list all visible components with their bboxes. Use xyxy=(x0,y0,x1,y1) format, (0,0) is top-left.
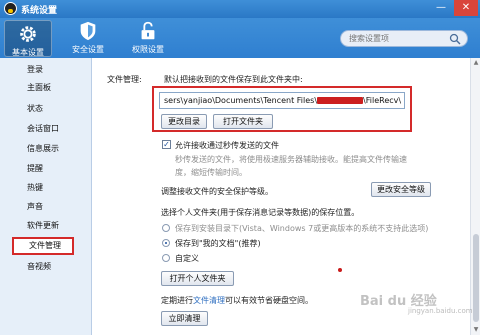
title-bar: 系统设置 — ✕ xyxy=(0,0,480,18)
mydocs-label: 保存到"我的文档"(推荐) xyxy=(175,239,261,248)
custom-label: 自定义 xyxy=(175,254,199,263)
qq-logo-icon xyxy=(4,2,17,15)
tab-security-settings-label: 安全设置 xyxy=(72,45,104,54)
sidebar-item-software-update[interactable]: 软件更新 xyxy=(0,218,92,234)
cleanup-text: 定期进行文件清理可以有效节省硬盘空间。 xyxy=(161,295,313,306)
change-security-button[interactable]: 更改安全等级 xyxy=(371,182,431,197)
custom-radio[interactable] xyxy=(162,254,170,262)
open-folder-button[interactable]: 打开文件夹 xyxy=(213,114,273,129)
sidebar-item-info-display[interactable]: 信息展示 xyxy=(0,141,92,157)
change-directory-button[interactable]: 更改目录 xyxy=(161,114,207,129)
content-scrollbar[interactable]: ▲ ▼ xyxy=(470,58,480,335)
sidebar-item-main-panel[interactable]: 主面板 xyxy=(0,80,92,96)
offline-desc-line2: 度，缩短传输时间。 xyxy=(175,168,247,177)
close-button[interactable]: ✕ xyxy=(454,0,478,16)
scroll-up-icon[interactable]: ▲ xyxy=(472,59,480,67)
sidebar-item-audio-video[interactable]: 音视频 xyxy=(0,259,92,275)
sidebar-item-hotkeys[interactable]: 热键 xyxy=(0,180,92,196)
save-path-field[interactable]: sers\yanjiao\Documents\Tencent Files\ \Fi… xyxy=(159,92,405,109)
allow-offline-label: 允许接收通过秒传发送的文件 xyxy=(175,141,279,150)
lock-icon xyxy=(141,21,155,40)
settings-sidebar: 登录 主面板 状态 会话窗口 信息展示 提醒 热键 声音 软件更新 文件管理 音… xyxy=(0,58,92,335)
open-personal-folder-button[interactable]: 打开个人文件夹 xyxy=(161,271,234,286)
mydocs-radio[interactable] xyxy=(162,239,170,247)
tab-permission-settings-label: 权限设置 xyxy=(132,45,164,54)
sidebar-item-chat-window[interactable]: 会话窗口 xyxy=(0,121,92,137)
offline-desc-line1: 秒传发送的文件，将使用极速服务器辅助接收。能提高文件传输速 xyxy=(175,155,407,164)
sidebar-item-reminders[interactable]: 提醒 xyxy=(0,161,92,177)
save-path-suffix: \FileRecv\ xyxy=(363,96,402,105)
tab-basic-settings-label: 基本设置 xyxy=(12,48,44,57)
scroll-down-icon[interactable]: ▼ xyxy=(472,326,480,334)
window-title: 系统设置 xyxy=(21,6,58,16)
save-location-desc: 默认把接收到的文件保存到此文件夹中: xyxy=(164,75,303,84)
minimize-button[interactable]: — xyxy=(432,0,450,16)
watermark-url: jingyan.baidu.com xyxy=(408,307,473,315)
shield-icon xyxy=(80,21,96,41)
save-path-prefix: sers\yanjiao\Documents\Tencent Files\ xyxy=(164,96,318,105)
allow-offline-checkbox[interactable]: ✓ xyxy=(162,140,171,149)
sidebar-item-sound[interactable]: 声音 xyxy=(0,199,92,215)
search-input[interactable] xyxy=(349,33,444,44)
sidebar-item-login[interactable]: 登录 xyxy=(0,62,92,78)
tab-permission-settings[interactable]: 权限设置 xyxy=(124,18,172,58)
settings-toolbar: 基本设置 安全设置 权限设置 xyxy=(0,18,480,58)
install-dir-label: 保存到安装目录下(Vista、Windows 7或更高版本的系统不支持此选项) xyxy=(175,224,429,233)
personal-folder-label: 选择个人文件夹(用于保存消息记录等数据)的保存位置。 xyxy=(161,208,360,217)
red-dot-marker xyxy=(338,268,342,272)
cleanup-suffix: 可以有效节省硬盘空间。 xyxy=(225,296,313,305)
gear-icon xyxy=(20,26,36,42)
section-label: 文件管理: xyxy=(107,75,142,84)
sidebar-item-status[interactable]: 状态 xyxy=(0,101,92,117)
tab-security-settings[interactable]: 安全设置 xyxy=(64,18,112,58)
scrollbar-thumb[interactable] xyxy=(473,234,479,322)
redacted-mark xyxy=(317,97,364,104)
cleanup-now-button[interactable]: 立即清理 xyxy=(161,311,208,326)
install-dir-radio[interactable] xyxy=(162,224,170,232)
cleanup-prefix: 定期进行 xyxy=(161,296,193,305)
search-icon[interactable] xyxy=(449,33,461,45)
settings-search xyxy=(340,30,468,47)
tab-basic-settings[interactable]: 基本设置 xyxy=(4,20,52,57)
security-level-label: 调整接收文件的安全保护等级。 xyxy=(161,187,273,196)
sidebar-item-file-management[interactable]: 文件管理 xyxy=(12,237,74,255)
file-cleanup-link[interactable]: 文件清理 xyxy=(193,296,225,305)
